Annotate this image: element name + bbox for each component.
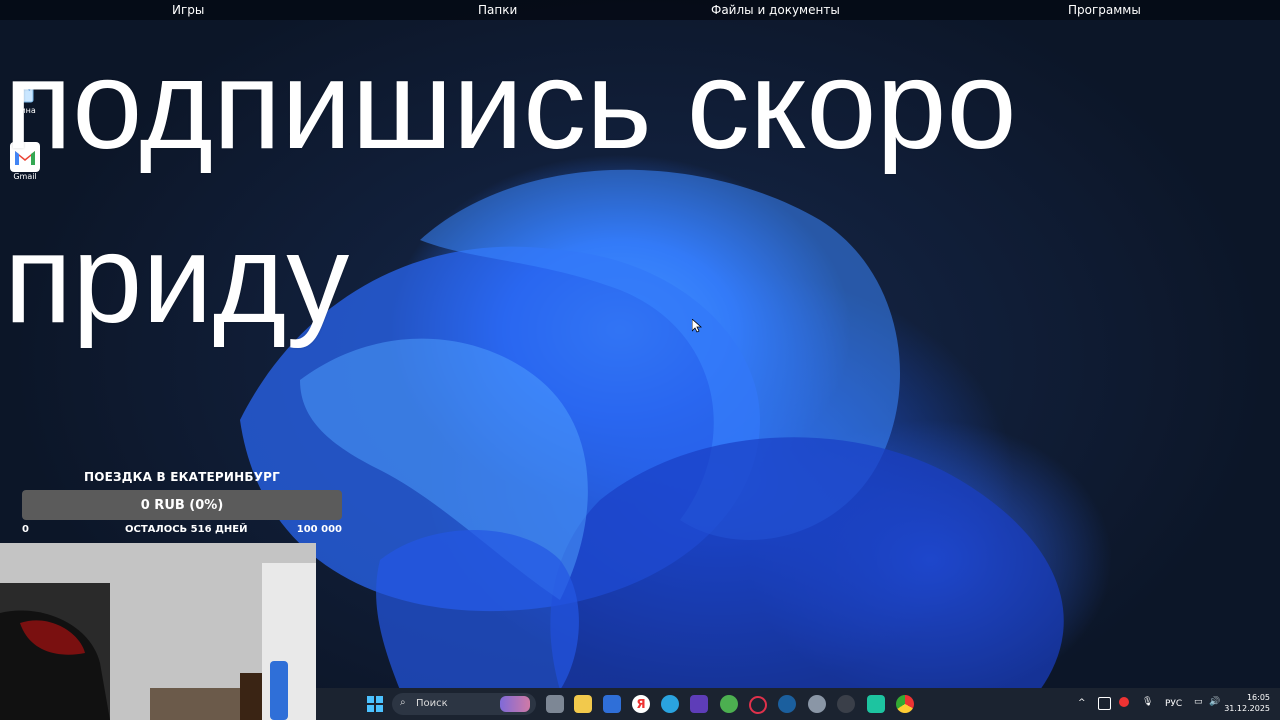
goal-progress-bar: 0 RUB (0%) — [22, 490, 342, 520]
tray-record-icon[interactable] — [1119, 697, 1129, 707]
overlay-text-line-1: подпишись скоро — [4, 34, 1017, 175]
microphone-icon[interactable]: 🎙 — [1142, 697, 1153, 707]
search-highlight-icon — [500, 696, 530, 712]
overlay-text-line-2: приду — [4, 208, 350, 349]
search-icon: ⌕ — [400, 697, 406, 708]
mouse-cursor-icon — [691, 318, 703, 337]
start-icon[interactable] — [366, 695, 384, 713]
taskbar: ⌕ Поиск Я ^ 🎙 РУС ▭ 🔊 16:05 31.12.2025 — [316, 688, 1280, 720]
top-bar-item-games[interactable]: Игры — [172, 3, 204, 17]
telegram-icon[interactable] — [661, 695, 679, 713]
language-indicator[interactable]: РУС — [1165, 699, 1182, 709]
top-bar: Игры Папки Файлы и документы Программы — [0, 0, 1280, 20]
file-explorer-icon[interactable] — [574, 695, 592, 713]
app-icon[interactable] — [837, 695, 855, 713]
tray-app-icon[interactable] — [1098, 697, 1111, 710]
task-view-icon[interactable] — [546, 695, 564, 713]
clock-date: 31.12.2025 — [1224, 704, 1270, 713]
donation-goal-widget: ПОЕЗДКА В ЕКАТЕРИНБУРГ 0 RUB (0%) 0 ОСТА… — [22, 470, 342, 538]
goal-remaining-label: ОСТАЛОСЬ 516 ДНЕЙ — [125, 524, 248, 535]
app-icon[interactable] — [720, 695, 738, 713]
goal-max-label: 100 000 — [296, 524, 342, 535]
webcam-overlay — [0, 543, 316, 720]
clock-time: 16:05 — [1246, 693, 1270, 702]
top-bar-item-files[interactable]: Файлы и документы — [711, 3, 840, 17]
settings-icon[interactable] — [808, 695, 826, 713]
taskbar-search[interactable]: ⌕ Поиск — [392, 693, 536, 715]
goal-progress-text: 0 RUB (0%) — [140, 497, 224, 513]
store-icon[interactable] — [603, 695, 621, 713]
steam-icon[interactable] — [778, 695, 796, 713]
taskbar-clock[interactable]: 16:05 31.12.2025 — [1224, 692, 1270, 714]
opera-icon[interactable] — [749, 696, 767, 714]
app-icon[interactable] — [867, 695, 885, 713]
search-placeholder: Поиск — [416, 698, 448, 709]
goal-min-label: 0 — [22, 524, 29, 535]
volume-icon[interactable]: 🔊 — [1209, 697, 1220, 707]
app-icon[interactable] — [690, 695, 708, 713]
chevron-up-icon[interactable]: ^ — [1078, 698, 1086, 708]
network-icon[interactable]: ▭ — [1194, 697, 1203, 707]
yandex-icon[interactable]: Я — [632, 695, 650, 713]
goal-title: ПОЕЗДКА В ЕКАТЕРИНБУРГ — [83, 470, 281, 484]
top-bar-item-programs[interactable]: Программы — [1068, 3, 1141, 17]
top-bar-item-folders[interactable]: Папки — [478, 3, 517, 17]
chrome-icon[interactable] — [896, 695, 914, 713]
